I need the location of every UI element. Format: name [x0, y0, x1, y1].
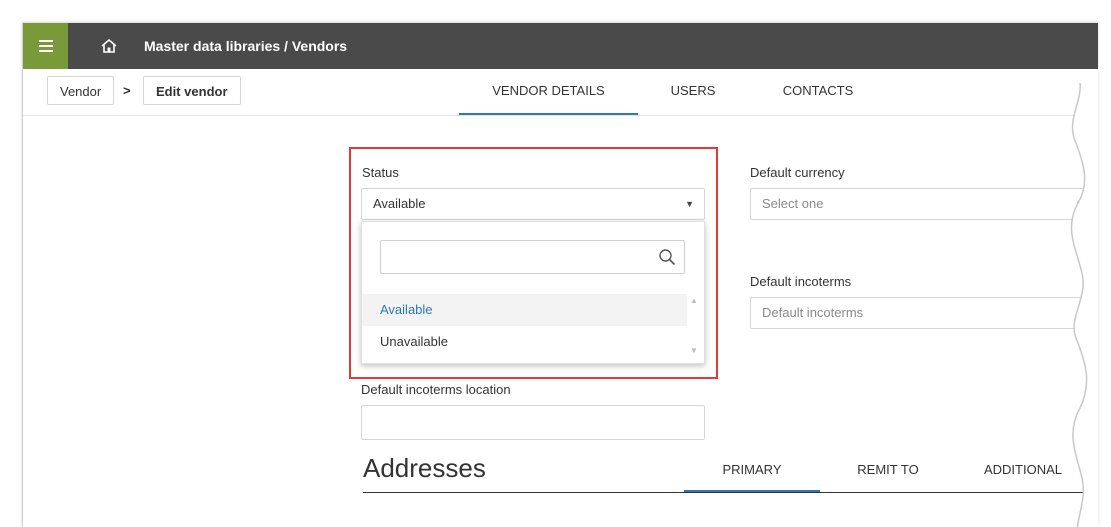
dropdown-search-box — [380, 240, 685, 274]
caret-down-icon: ▼ — [685, 199, 694, 209]
breadcrumb[interactable]: Master data libraries / Vendors — [144, 23, 347, 69]
option-unavailable[interactable]: Unavailable — [362, 326, 687, 358]
status-label: Status — [362, 165, 399, 180]
scroll-up-icon[interactable]: ▲ — [690, 296, 698, 305]
breadcrumb-edit-vendor[interactable]: Edit vendor — [143, 76, 241, 105]
dropdown-search-input[interactable] — [387, 241, 651, 273]
status-dropdown: Available Unavailable ▲ ▼ — [361, 221, 705, 364]
default-incoterms-location-label: Default incoterms location — [361, 382, 511, 397]
tab-users[interactable]: USERS — [653, 69, 733, 113]
tab-primary[interactable]: PRIMARY — [684, 459, 820, 493]
default-incoterms-select[interactable]: Default incoterms ▼ — [750, 297, 1095, 329]
default-incoterms-location-input[interactable] — [361, 405, 705, 440]
default-currency-label: Default currency — [750, 165, 845, 180]
breadcrumb-vendor[interactable]: Vendor — [47, 76, 115, 105]
option-available[interactable]: Available — [362, 294, 687, 326]
tab-vendor-details[interactable]: VENDOR DETAILS — [459, 69, 638, 115]
sub-nav-bar: Vendor > Edit vendor VENDOR DETAILS USER… — [23, 69, 1098, 116]
menu-button[interactable] — [23, 23, 68, 69]
breadcrumb-separator: > — [123, 83, 131, 98]
app-window: Master data libraries / Vendors Vendor >… — [22, 22, 1098, 527]
hamburger-icon — [38, 40, 53, 52]
addresses-divider — [363, 492, 1098, 493]
tab-remit-to[interactable]: REMIT TO — [843, 459, 933, 493]
dropdown-scrollbar[interactable]: ▲ ▼ — [686, 292, 704, 362]
default-currency-placeholder: Select one — [762, 196, 824, 211]
status-select[interactable]: Available ▼ — [361, 188, 705, 220]
tab-contacts[interactable]: CONTACTS — [763, 69, 873, 113]
default-currency-select[interactable]: Select one ▼ — [750, 188, 1095, 220]
scroll-down-icon[interactable]: ▼ — [690, 346, 698, 355]
search-icon — [659, 249, 676, 266]
torn-edge-decoration — [1070, 83, 1098, 527]
top-bar: Master data libraries / Vendors — [23, 23, 1098, 69]
home-icon[interactable] — [100, 37, 118, 55]
default-incoterms-label: Default incoterms — [750, 274, 852, 289]
status-value: Available — [373, 196, 426, 211]
addresses-title: Addresses — [363, 453, 486, 483]
default-incoterms-placeholder: Default incoterms — [762, 305, 864, 320]
